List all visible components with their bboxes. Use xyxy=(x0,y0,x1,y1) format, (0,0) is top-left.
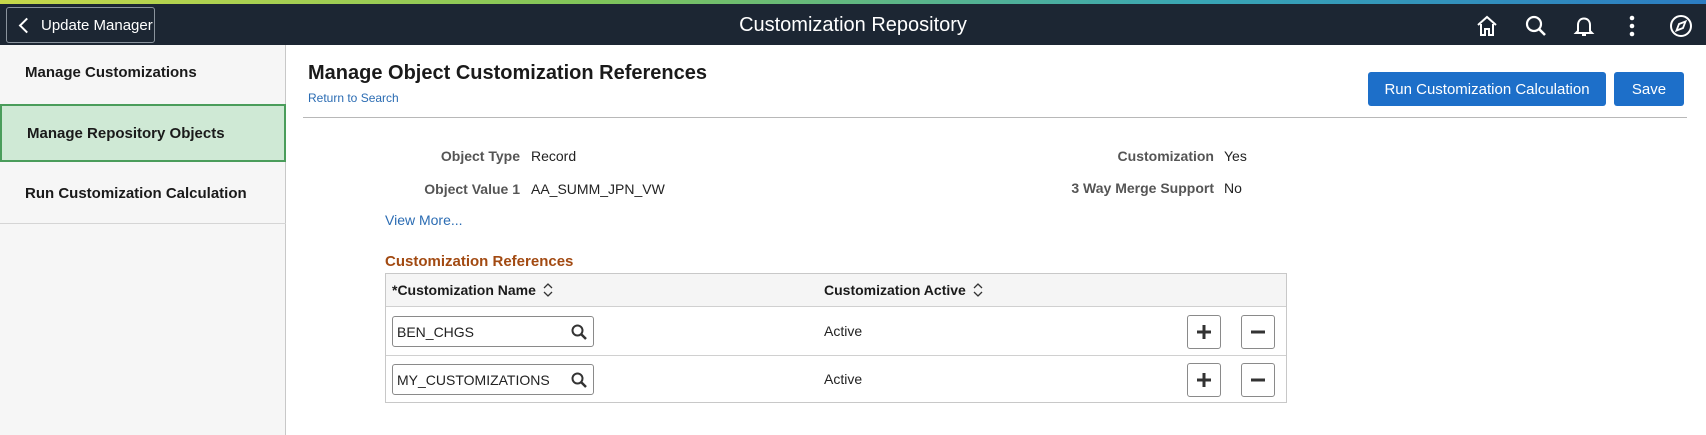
search-icon[interactable] xyxy=(1521,11,1551,41)
minus-icon xyxy=(1251,330,1265,334)
back-button[interactable]: Update Manager xyxy=(6,7,155,43)
app-title: Customization Repository xyxy=(739,14,967,36)
customization-name-input[interactable] xyxy=(397,370,567,390)
plus-icon xyxy=(1197,373,1211,387)
object-value-1-label: Object Value 1 xyxy=(424,181,520,197)
chevron-left-icon xyxy=(18,17,35,33)
sidebar-item-manage-customizations[interactable]: Manage Customizations xyxy=(0,49,286,96)
top-banner: Update Manager Customization Repository xyxy=(0,4,1706,45)
sidebar-divider xyxy=(0,223,286,224)
run-customization-calculation-button[interactable]: Run Customization Calculation xyxy=(1368,72,1606,106)
column-header-customization-active[interactable]: Customization Active xyxy=(824,282,983,298)
sidebar-item-label: Manage Customizations xyxy=(25,64,197,81)
customization-active-value: Active xyxy=(824,323,863,339)
home-icon[interactable] xyxy=(1472,11,1502,41)
bell-icon[interactable] xyxy=(1569,11,1599,41)
delete-row-button[interactable] xyxy=(1241,315,1275,349)
object-type-value: Record xyxy=(531,148,577,164)
delete-row-button[interactable] xyxy=(1241,363,1275,397)
column-header-customization-name[interactable]: *Customization Name xyxy=(392,282,553,298)
more-icon[interactable] xyxy=(1617,11,1647,41)
search-icon[interactable] xyxy=(570,371,588,389)
three-way-merge-value: No xyxy=(1224,180,1242,196)
navbar-icon[interactable] xyxy=(1666,11,1696,41)
save-button[interactable]: Save xyxy=(1614,72,1684,106)
table-row: Active xyxy=(386,308,1286,355)
table-row: Active xyxy=(386,356,1286,403)
search-icon[interactable] xyxy=(570,323,588,341)
customization-active-value: Active xyxy=(824,371,863,387)
column-header-label: *Customization Name xyxy=(392,282,536,298)
sort-icon xyxy=(973,283,983,297)
customization-references-title: Customization References xyxy=(385,253,574,270)
customization-name-field[interactable] xyxy=(392,364,594,395)
return-to-search-link[interactable]: Return to Search xyxy=(308,91,399,105)
customization-label: Customization xyxy=(1117,148,1214,164)
add-row-button[interactable] xyxy=(1187,363,1221,397)
minus-icon xyxy=(1251,378,1265,382)
sidebar: Manage Customizations Manage Repository … xyxy=(0,45,286,435)
back-button-label: Update Manager xyxy=(41,16,153,34)
three-way-merge-label: 3 Way Merge Support xyxy=(1071,180,1214,196)
sidebar-item-label: Manage Repository Objects xyxy=(27,124,225,142)
title-divider xyxy=(303,117,1687,118)
object-value-1-value: AA_SUMM_JPN_VW xyxy=(531,181,665,197)
view-more-link[interactable]: View More... xyxy=(385,212,463,228)
customization-name-input[interactable] xyxy=(397,322,567,342)
sidebar-item-label: Run Customization Calculation xyxy=(25,185,247,202)
sidebar-item-manage-repository-objects[interactable]: Manage Repository Objects xyxy=(0,104,286,162)
sort-icon xyxy=(543,283,553,297)
grid-header: *Customization Name Customization Active xyxy=(386,274,1286,307)
column-header-label: Customization Active xyxy=(824,282,966,298)
customization-value: Yes xyxy=(1224,148,1247,164)
object-type-label: Object Type xyxy=(440,148,520,164)
plus-icon xyxy=(1197,325,1211,339)
customization-name-field[interactable] xyxy=(392,316,594,347)
customization-references-grid: *Customization Name Customization Active… xyxy=(385,273,1287,403)
sidebar-item-run-customization-calculation[interactable]: Run Customization Calculation xyxy=(0,165,286,222)
add-row-button[interactable] xyxy=(1187,315,1221,349)
page-title: Manage Object Customization References xyxy=(308,62,707,84)
